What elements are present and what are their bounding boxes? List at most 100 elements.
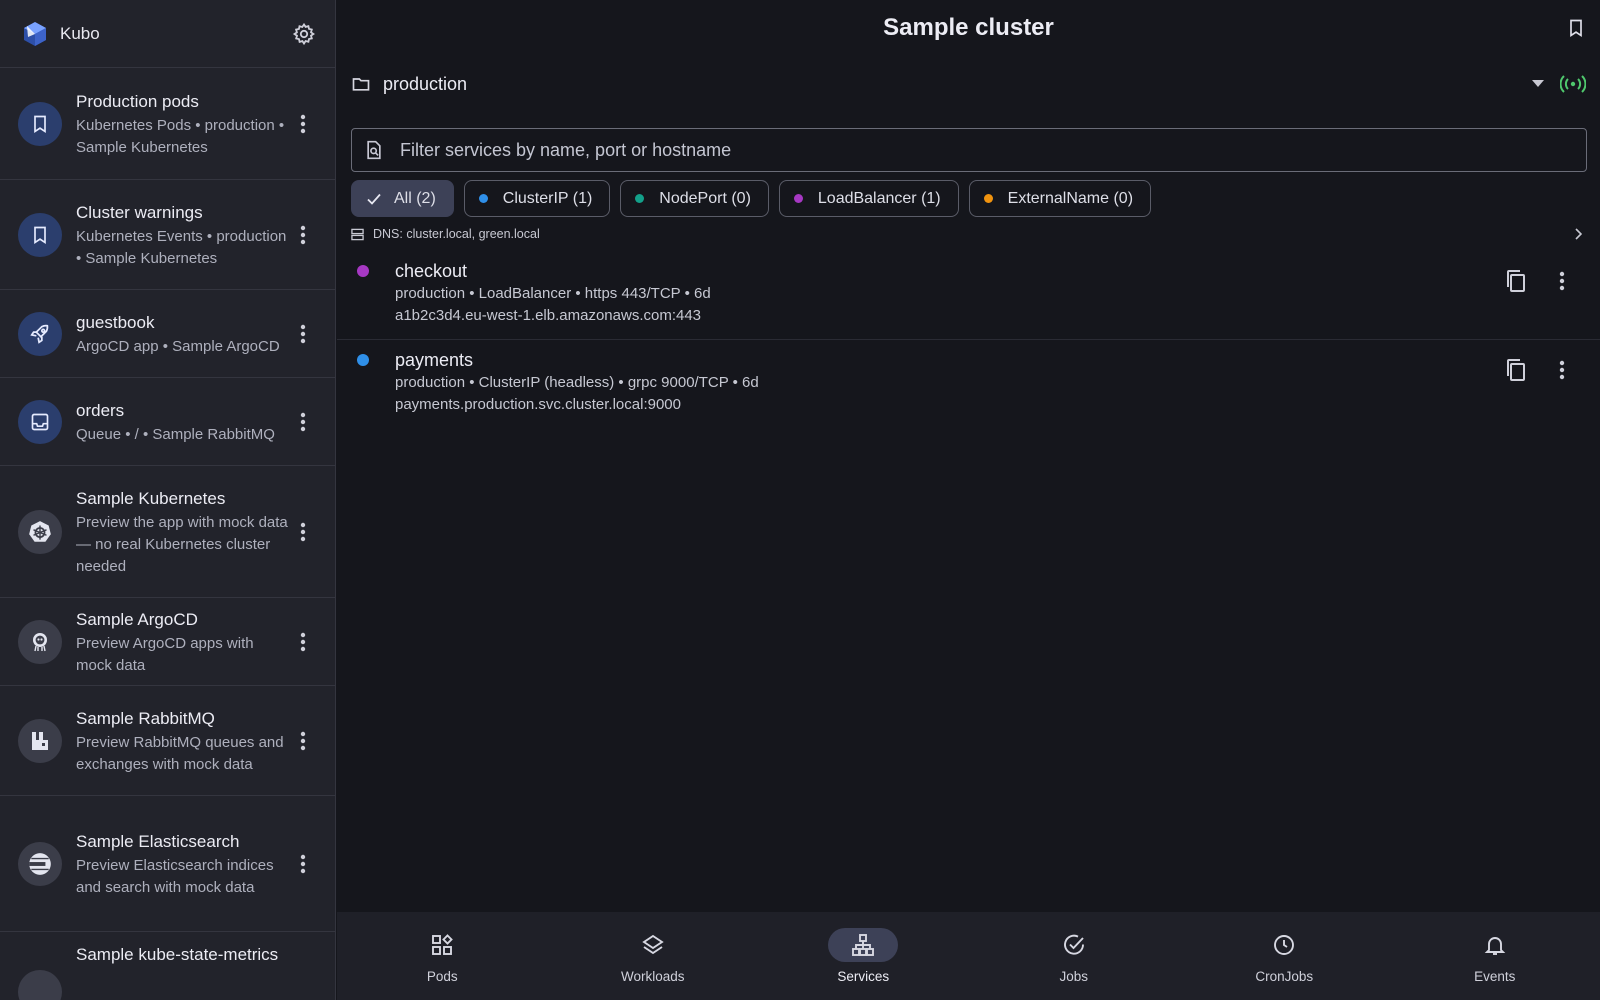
- nav-item-pods[interactable]: Pods: [337, 912, 548, 1000]
- service-row-payments[interactable]: payments production • ClusterIP (headles…: [337, 340, 1600, 429]
- filter-chip-clusterip[interactable]: ClusterIP (1): [463, 180, 611, 217]
- sidebar-item-title: Sample Elasticsearch: [76, 831, 240, 851]
- nav-label: Workloads: [620, 969, 685, 984]
- bell-icon: [1460, 928, 1530, 962]
- service-name: payments: [395, 350, 474, 370]
- service-meta: production • LoadBalancer • https 443/TC…: [395, 285, 711, 302]
- filter-chip-externalname[interactable]: ExternalName (0): [968, 180, 1152, 217]
- app-name: Kubo: [60, 23, 100, 43]
- more-vert-icon[interactable]: [289, 215, 317, 255]
- sidebar-item-subtitle: Queue • / • Sample RabbitMQ: [76, 425, 275, 443]
- service-host: payments.production.svc.cluster.local:90…: [395, 396, 681, 413]
- more-vert-icon[interactable]: [1548, 267, 1576, 295]
- sidebar-item-orders[interactable]: orders Queue • / • Sample RabbitMQ: [0, 378, 335, 466]
- sidebar-item-subtitle: Preview RabbitMQ queues and exchanges wi…: [76, 733, 284, 773]
- clock-icon: [1249, 928, 1319, 962]
- sidebar-item-title: Sample ArgoCD: [76, 609, 198, 629]
- sidebar-item-title: Production pods: [76, 91, 199, 111]
- nav-label: Events: [1474, 969, 1516, 984]
- filter-chip-label: ClusterIP (1): [502, 189, 593, 207]
- bookmark-icon: [18, 212, 62, 257]
- more-vert-icon[interactable]: [289, 314, 317, 354]
- filter-chip-nodeport[interactable]: NodePort (0): [620, 180, 769, 217]
- search-input[interactable]: [400, 139, 1574, 161]
- dropdown-arrow-icon[interactable]: [1526, 72, 1550, 96]
- filter-chip-label: ExternalName (0): [1007, 189, 1134, 207]
- network-tree-icon: [828, 928, 899, 962]
- nav-label: CronJobs: [1255, 969, 1314, 984]
- check-circle-icon: [1039, 928, 1109, 962]
- sidebar-item-cluster-warnings[interactable]: Cluster warnings Kubernetes Events • pro…: [0, 180, 335, 290]
- nav-label: Services: [837, 969, 890, 984]
- sidebar-item-guestbook[interactable]: guestbook ArgoCD app • Sample ArgoCD: [0, 290, 335, 378]
- status-dot: [793, 194, 803, 203]
- service-meta: production • ClusterIP (headless) • grpc…: [395, 374, 759, 391]
- more-vert-icon[interactable]: [289, 512, 317, 552]
- settings-gear-icon[interactable]: [291, 21, 317, 47]
- namespace-selector[interactable]: production: [337, 56, 1600, 112]
- dns-info-row[interactable]: DNS: cluster.local, green.local: [337, 217, 1600, 251]
- service-host: a1b2c3d4.eu-west-1.elb.amazonaws.com:443: [395, 307, 702, 324]
- bookmark-icon: [18, 101, 62, 146]
- rocket-icon: [18, 311, 62, 356]
- sidebar-item-sample-kubernetes[interactable]: Sample Kubernetes Preview the app with m…: [0, 466, 335, 598]
- search-file-icon: [364, 139, 386, 161]
- dns-server-icon: [351, 227, 365, 241]
- kubo-logo-icon: [24, 21, 46, 46]
- main-content: Sample cluster production All (2): [337, 0, 1600, 1000]
- namespace-label: production: [383, 73, 468, 94]
- more-vert-icon[interactable]: [289, 844, 317, 884]
- sidebar-item-subtitle: Preview the app with mock data — no real…: [76, 513, 288, 575]
- more-vert-icon[interactable]: [289, 104, 317, 144]
- sidebar-item-sample-rabbitmq[interactable]: Sample RabbitMQ Preview RabbitMQ queues …: [0, 686, 335, 796]
- sidebar-item-sample-elasticsearch[interactable]: Sample Elasticsearch Preview Elasticsear…: [0, 796, 335, 932]
- bookmark-icon[interactable]: [1562, 14, 1590, 42]
- copy-icon[interactable]: [1502, 356, 1530, 384]
- sidebar-item-title: Sample RabbitMQ: [76, 708, 215, 728]
- sidebar-item-title: Cluster warnings: [76, 202, 203, 222]
- folder-icon: [351, 73, 373, 95]
- filter-chip-label: NodePort (0): [659, 189, 751, 207]
- sidebar-item-sample-kube-state-metrics[interactable]: Sample kube-state-metrics: [0, 932, 335, 1000]
- top-app-bar: Sample cluster: [337, 0, 1600, 56]
- bottom-navigation: Pods Workloads Services Jobs CronJobs Ev…: [337, 912, 1600, 1000]
- service-row-checkout[interactable]: checkout production • LoadBalancer • htt…: [337, 251, 1600, 340]
- service-type-filters: All (2) ClusterIP (1) NodePort (0) LoadB…: [337, 172, 1600, 217]
- inbox-icon: [18, 399, 62, 444]
- filter-chip-loadbalancer[interactable]: LoadBalancer (1): [778, 180, 959, 217]
- copy-icon[interactable]: [1502, 267, 1530, 295]
- nav-item-services[interactable]: Services: [758, 912, 969, 1000]
- sidebar-item-title: orders: [76, 400, 125, 420]
- nav-item-workloads[interactable]: Workloads: [548, 912, 759, 1000]
- more-vert-icon[interactable]: [289, 721, 317, 761]
- elasticsearch-icon: [18, 841, 62, 886]
- service-type-dot: [357, 265, 369, 277]
- sidebar-item-sample-argocd[interactable]: Sample ArgoCD Preview ArgoCD apps with m…: [0, 598, 335, 686]
- sidebar-item-title: Sample kube-state-metrics: [76, 945, 279, 964]
- filter-chip-all[interactable]: All (2): [351, 180, 454, 217]
- sidebar-item-subtitle: ArgoCD app • Sample ArgoCD: [76, 337, 280, 355]
- layers-icon: [618, 928, 688, 962]
- argocd-icon: [18, 619, 62, 664]
- more-vert-icon[interactable]: [1548, 356, 1576, 384]
- nav-item-cronjobs[interactable]: CronJobs: [1179, 912, 1390, 1000]
- search-field[interactable]: [351, 128, 1587, 172]
- nav-item-jobs[interactable]: Jobs: [969, 912, 1180, 1000]
- sidebar-item-title: guestbook: [76, 312, 155, 332]
- rabbitmq-icon: [18, 718, 62, 763]
- service-type-dot: [357, 354, 369, 366]
- status-dot: [478, 194, 488, 203]
- more-vert-icon[interactable]: [289, 402, 317, 442]
- kubernetes-helm-icon: [18, 509, 62, 554]
- dns-text: DNS: cluster.local, green.local: [373, 227, 540, 241]
- sidebar-item-title: Sample Kubernetes: [76, 488, 226, 508]
- filter-chip-label: All (2): [394, 189, 436, 207]
- sidebar-item-subtitle: Preview Elasticsearch indices and search…: [76, 856, 274, 896]
- status-dot: [983, 194, 993, 203]
- more-vert-icon[interactable]: [289, 622, 317, 662]
- sidebar-item-production-pods[interactable]: Production pods Kubernetes Pods • produc…: [0, 68, 335, 180]
- service-name: checkout: [395, 261, 468, 281]
- chevron-right-icon[interactable]: [1570, 226, 1586, 242]
- nav-item-events[interactable]: Events: [1390, 912, 1600, 1000]
- live-stream-icon[interactable]: [1560, 72, 1586, 96]
